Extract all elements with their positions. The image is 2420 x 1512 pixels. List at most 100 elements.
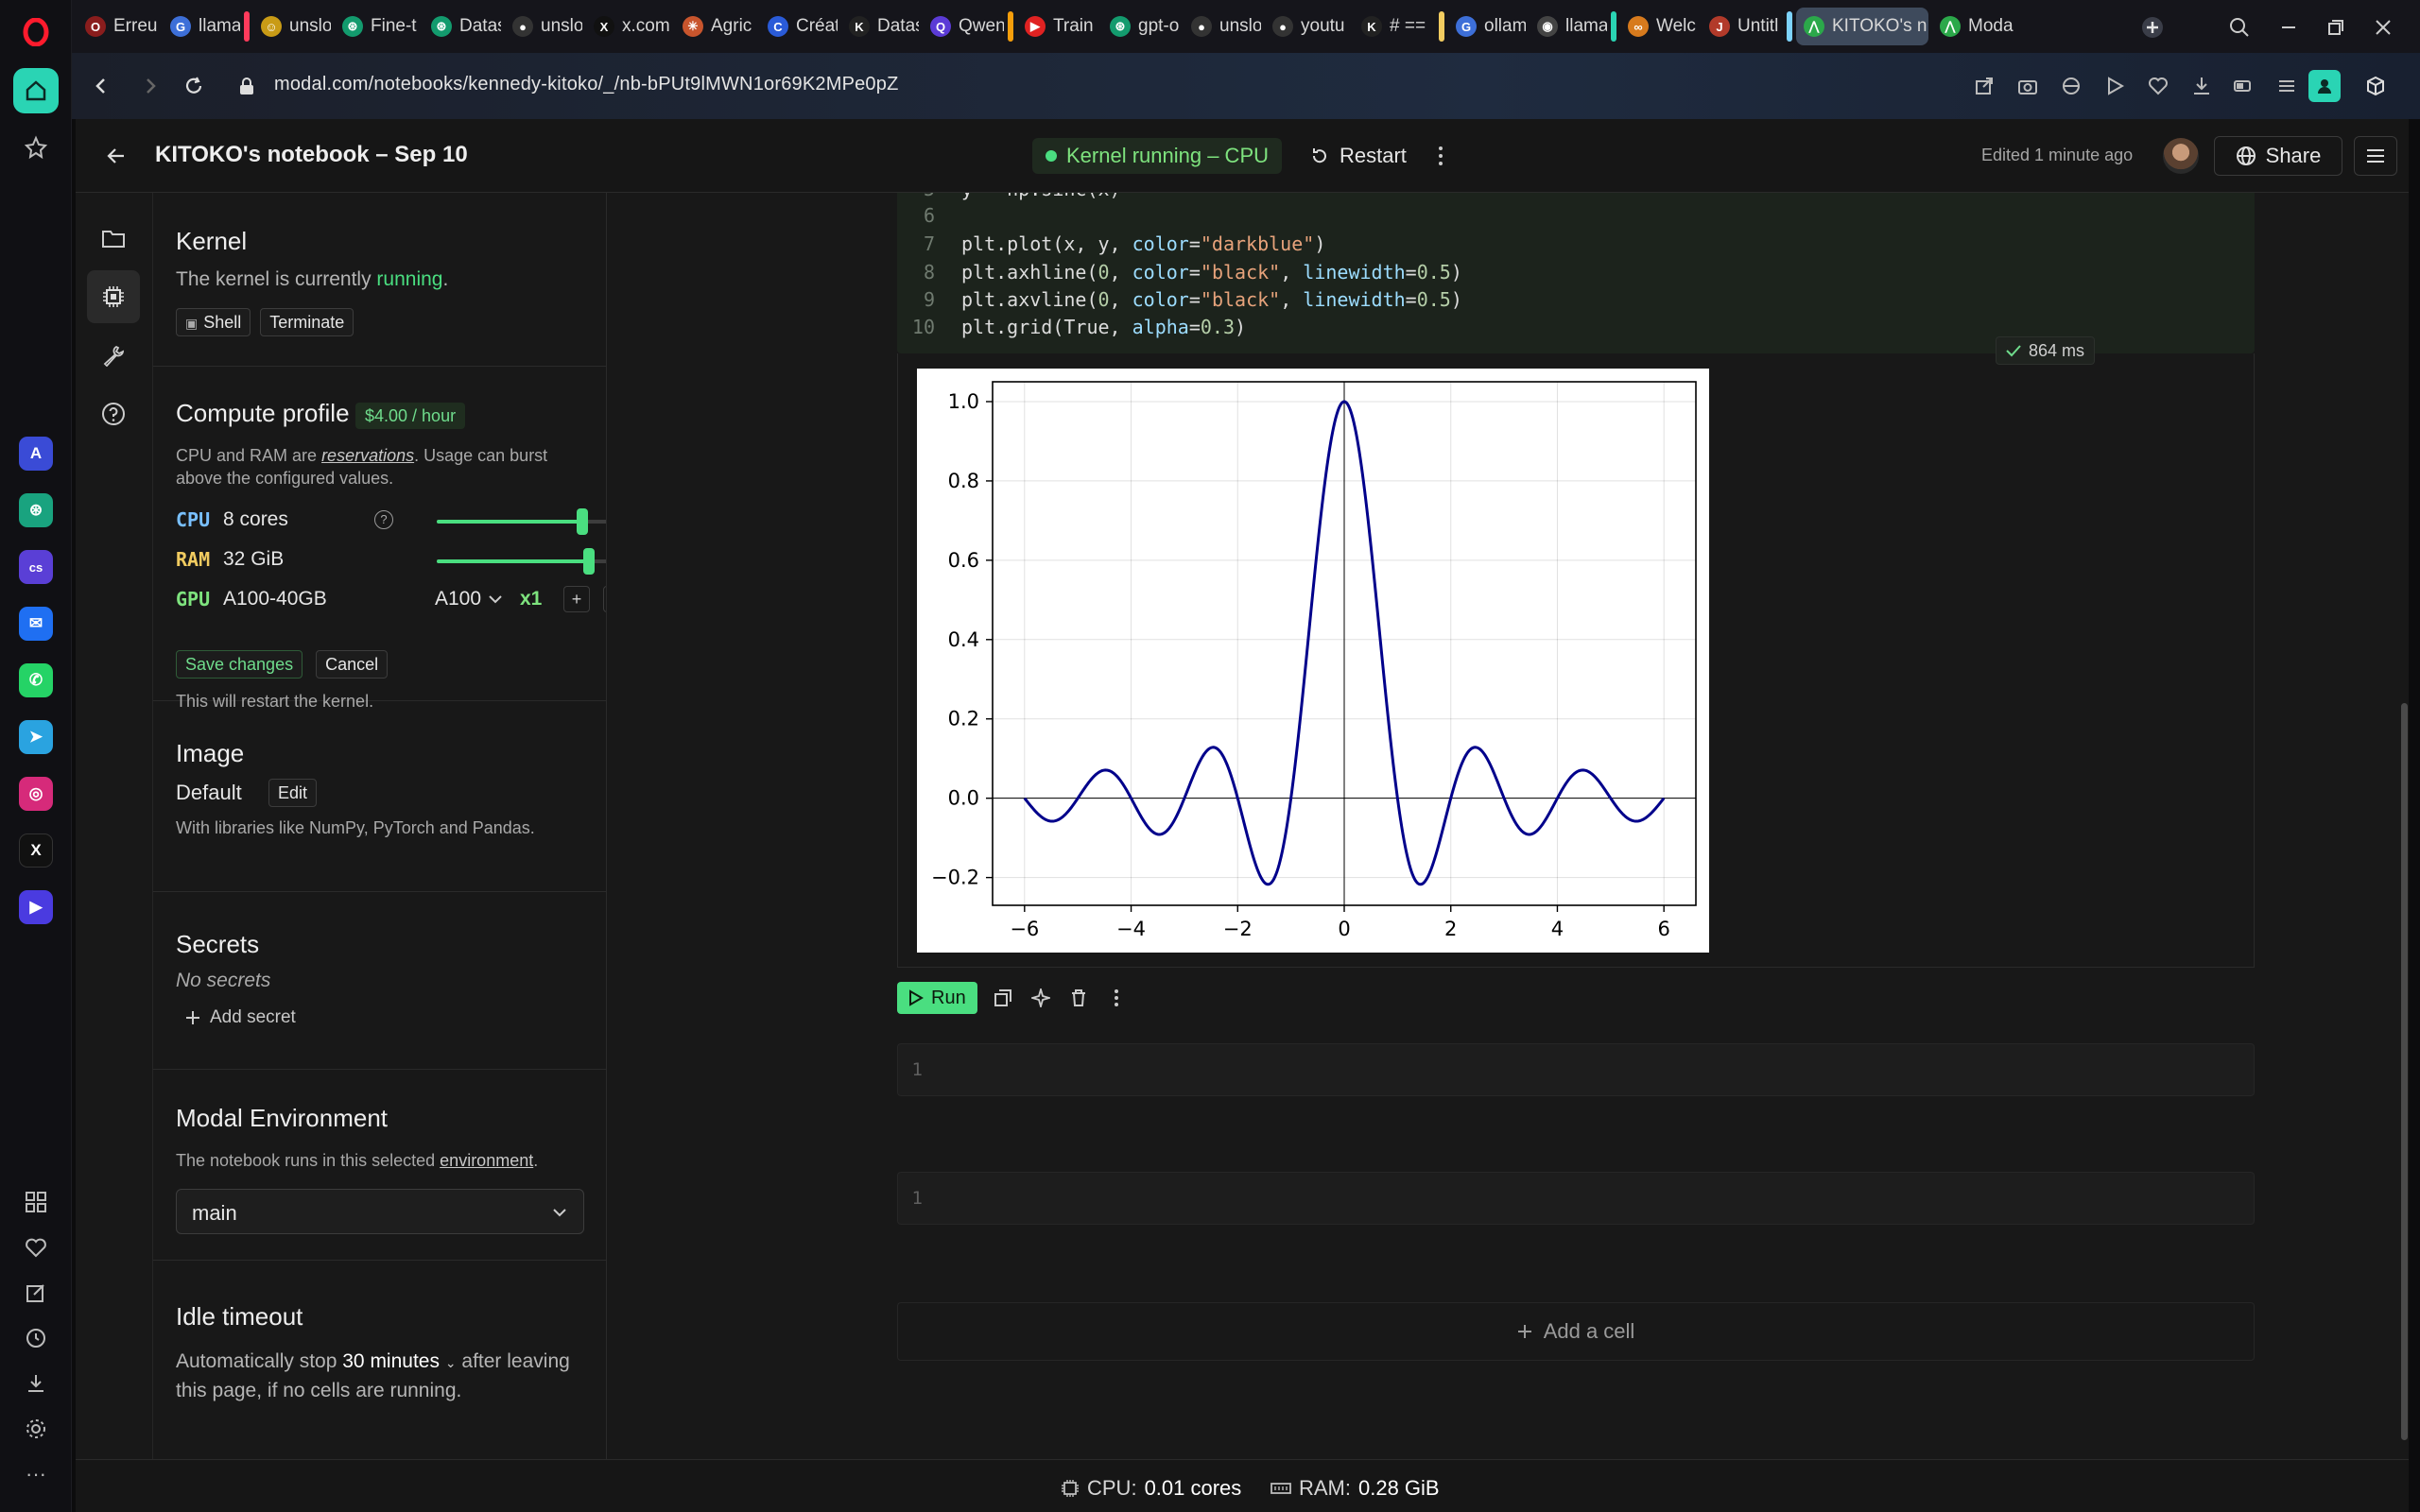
reservations-link[interactable]: reservations [321,446,414,465]
scrollbar-thumb[interactable] [2401,703,2408,1440]
browser-tab[interactable]: ● youtu [1265,8,1350,45]
workspaces-icon[interactable] [19,1185,53,1219]
add-cell-button[interactable]: Add a cell [897,1302,2255,1361]
files-folder-icon[interactable] [87,212,140,265]
back-icon[interactable] [85,70,117,102]
browser-tab[interactable]: ▶ Train [1017,8,1098,45]
cpu-slider[interactable] [437,508,606,535]
cell-more-icon[interactable] [1104,986,1129,1010]
new-tab-icon[interactable] [2138,13,2167,42]
empty-code-cell[interactable]: 1 [897,1172,2255,1225]
idle-timeout-select[interactable]: 30 minutes ⌄ [342,1350,456,1372]
environment-link[interactable]: environment [440,1151,533,1170]
player-app-icon[interactable]: ▶ [19,890,53,924]
kernel-chip-icon[interactable] [87,270,140,323]
browser-tab[interactable]: O Erreu [78,8,159,45]
home-icon[interactable] [13,68,59,113]
tab-group-marker[interactable] [1439,11,1444,42]
share-page-icon[interactable] [1968,70,2000,102]
browser-tab[interactable]: ⊛ gpt-o [1102,8,1180,45]
more-icon[interactable]: ··· [19,1457,53,1491]
vpn-icon[interactable] [2055,70,2087,102]
trash-icon[interactable] [1066,986,1091,1010]
browser-tab[interactable]: K # == [1354,8,1435,45]
forward-icon[interactable] [134,70,166,102]
gpu-increment-button[interactable]: + [563,586,590,612]
history-icon[interactable] [19,1321,53,1355]
page-title[interactable]: KITOKO's notebook – Sep 10 [155,142,468,168]
browser-tab[interactable]: Xx.com [586,8,671,45]
edit-image-button[interactable]: Edit [268,779,318,807]
messenger-app-icon[interactable]: ✉ [19,607,53,641]
cancel-button[interactable]: Cancel [316,650,389,679]
browser-tab[interactable]: ☺ unslo [253,8,331,45]
help-icon[interactable] [87,387,140,440]
minimize-icon[interactable] [2274,13,2303,42]
share-button[interactable]: Share [2214,136,2342,176]
tab-active[interactable]: ⋀ KITOKO's n [1796,8,1928,45]
shell-button[interactable]: ▣ Shell [176,308,251,336]
lock-icon[interactable] [231,70,263,102]
ram-slider-knob[interactable] [583,548,595,575]
restart-button[interactable]: Restart [1309,138,1407,174]
avatar[interactable] [2163,138,2199,174]
telegram-app-icon[interactable]: ➤ [19,720,53,754]
terminate-button[interactable]: Terminate [260,308,354,336]
hamburger-menu-icon[interactable] [2354,136,2397,176]
edit-icon[interactable] [19,1276,53,1310]
cpu-info-icon[interactable]: ? [374,510,393,529]
x-app-icon[interactable]: X [19,833,53,868]
save-changes-button[interactable]: Save changes [176,650,303,679]
browser-tab[interactable]: ● unslo [1184,8,1261,45]
scrollbar[interactable] [2400,193,2409,1459]
url-field[interactable]: modal.com/notebooks/kennedy-kitoko/_/nb-… [274,74,899,95]
gpu-decrement-button[interactable]: − [603,586,606,612]
wrench-icon[interactable] [87,329,140,382]
sparkle-icon[interactable] [1028,986,1053,1010]
opera-logo-icon[interactable] [13,9,59,55]
settings-icon[interactable] [19,1412,53,1446]
gpu-type-select[interactable]: A100 [435,588,502,610]
browser-tab[interactable]: C Créat [760,8,838,45]
browser-tab[interactable]: Gollam [1448,8,1526,45]
ram-slider[interactable] [437,548,606,575]
cs-app-icon[interactable]: cs [19,550,53,584]
code-cell[interactable]: 5 y = np.sinc(x) 6 7 plt.plot(x, y, color="d… [897,193,2255,353]
download-icon[interactable] [2186,70,2218,102]
play-icon[interactable] [2099,70,2131,102]
tab-group-marker[interactable] [244,11,250,42]
profile-icon[interactable] [2308,70,2341,102]
browser-tab[interactable]: ⊛ Datas [424,8,501,45]
kernel-status-badge[interactable]: Kernel running – CPU [1032,138,1283,174]
empty-code-cell[interactable]: 1 [897,1043,2255,1096]
close-window-icon[interactable] [2369,13,2397,42]
whatsapp-app-icon[interactable]: ✆ [19,663,53,697]
browser-tab[interactable]: ◉ llama [1530,8,1607,45]
environment-select[interactable]: main [176,1189,584,1234]
bookmark-heart-icon[interactable] [2142,70,2174,102]
cpu-slider-knob[interactable] [577,508,589,535]
reload-icon[interactable] [178,70,210,102]
tab-group-marker[interactable] [1008,11,1013,42]
downloads-icon[interactable] [19,1366,53,1400]
camera-icon[interactable] [2012,70,2044,102]
browser-tab[interactable]: ∞ Welc [1620,8,1698,45]
browser-tab[interactable]: ⋀ Moda [1932,8,2019,45]
heart-icon[interactable] [19,1230,53,1264]
browser-tab[interactable]: Gllama [163,8,240,45]
pinboard-icon[interactable] [13,125,59,170]
tab-group-marker[interactable] [1787,11,1792,42]
browser-tab[interactable]: ⊛ Fine-t [335,8,420,45]
browser-tab[interactable]: J Untitl [1702,8,1783,45]
kernel-more-icon[interactable] [1429,142,1452,170]
battery-saver-icon[interactable] [2227,70,2259,102]
tab-group-marker[interactable] [1611,11,1616,42]
easy-setup-icon[interactable] [2271,70,2303,102]
browser-tab[interactable]: ✳ Agric [675,8,756,45]
extensions-cube-icon[interactable] [2360,70,2392,102]
add-secret-button[interactable]: Add secret [185,1007,296,1028]
search-tabs-icon[interactable] [2225,13,2254,42]
browser-tab[interactable]: K Datas [841,8,919,45]
restore-icon[interactable] [2322,13,2350,42]
back-arrow-icon[interactable] [100,140,132,172]
